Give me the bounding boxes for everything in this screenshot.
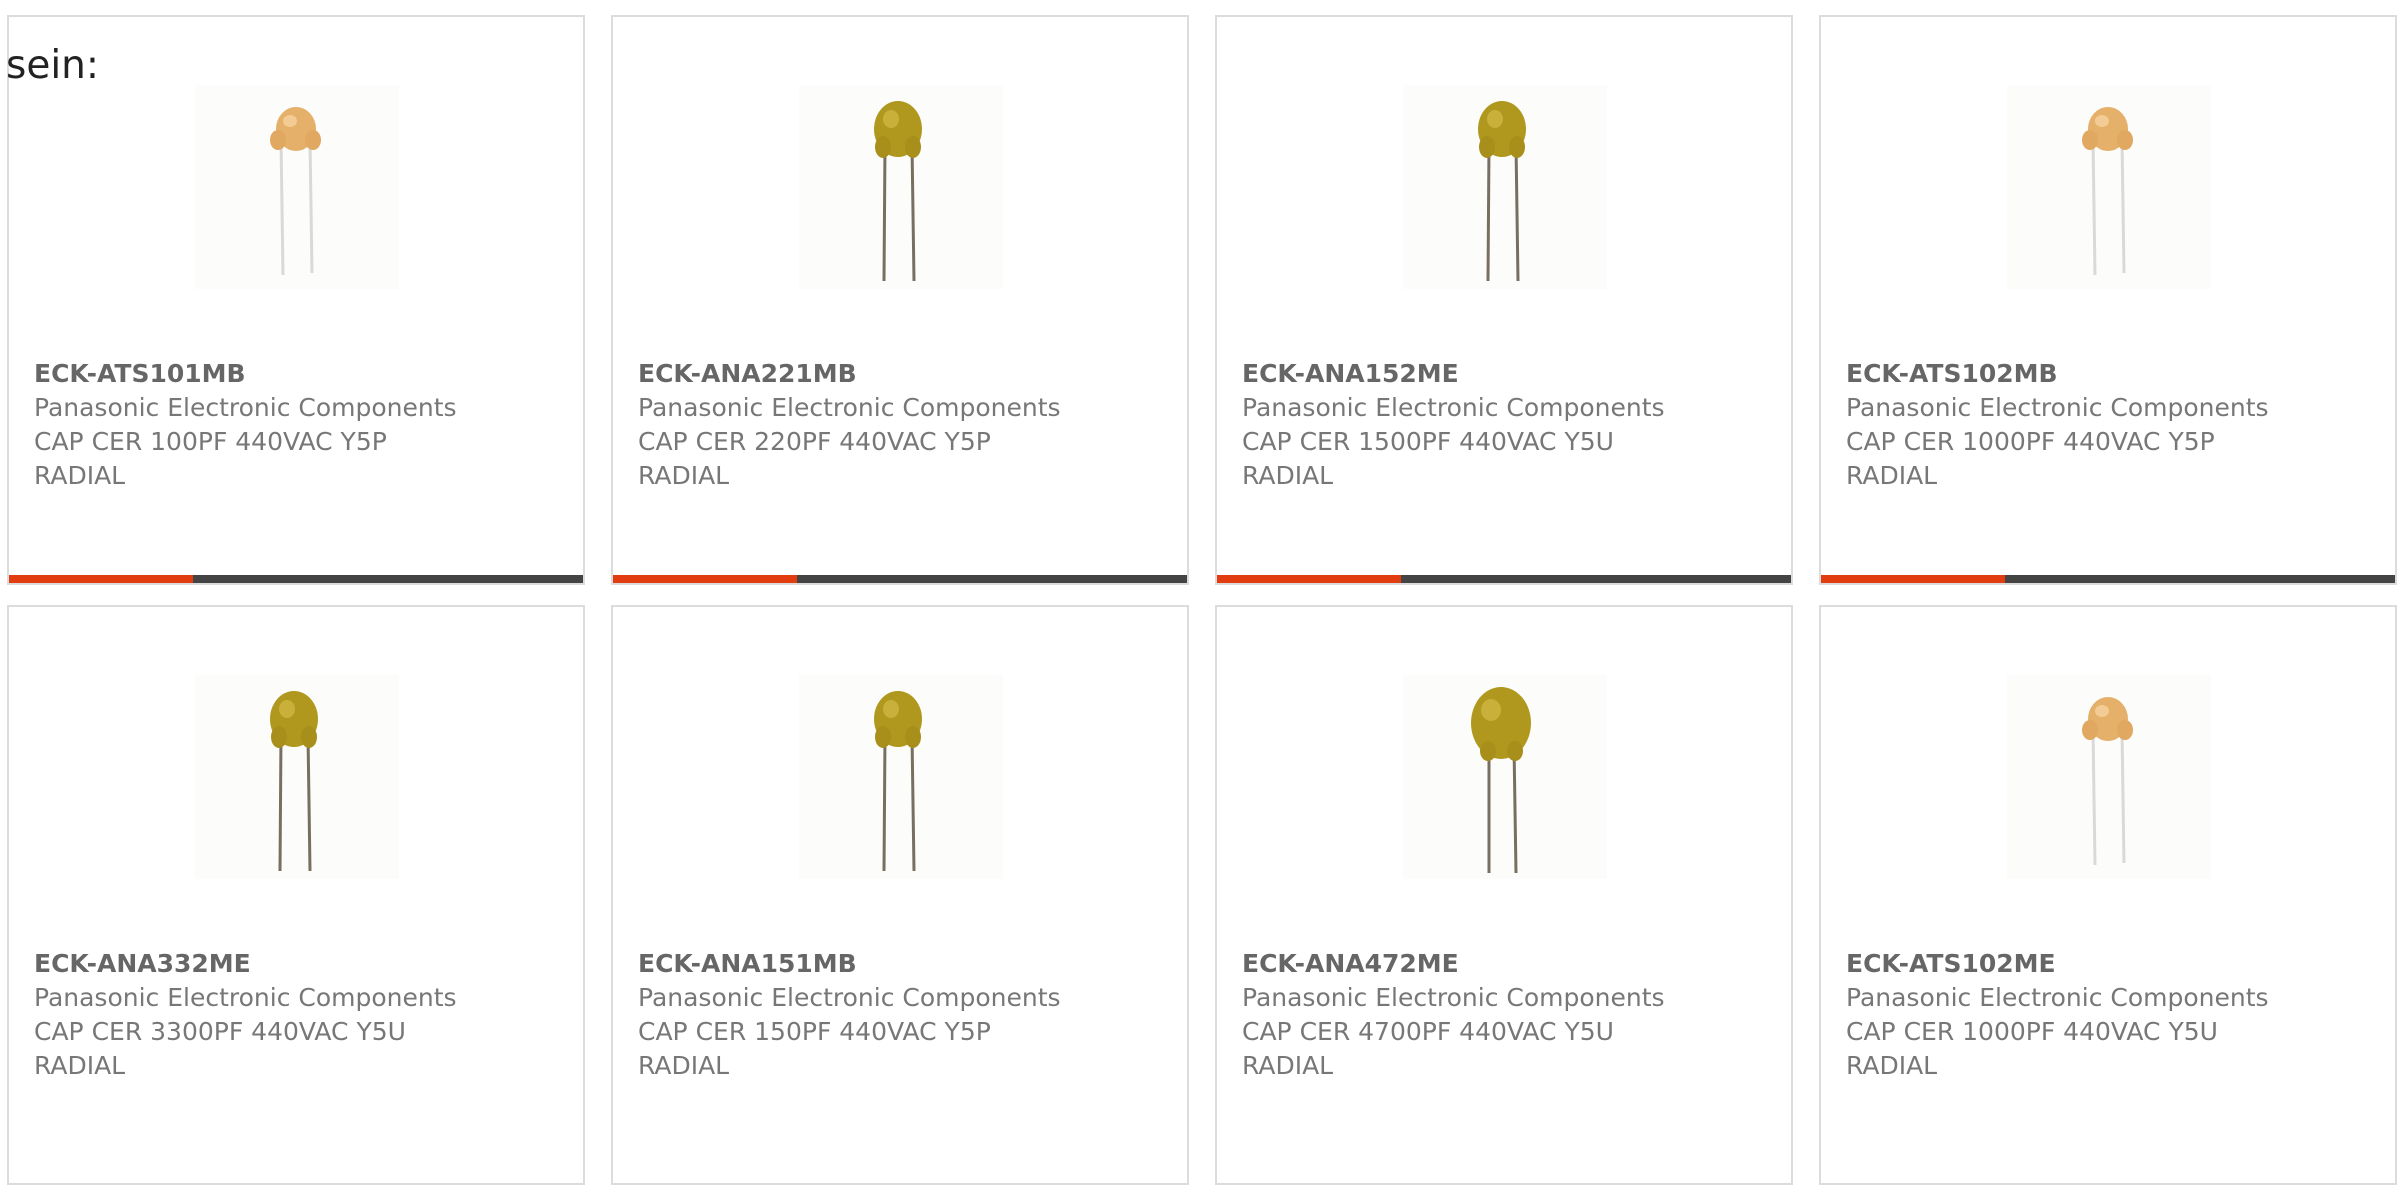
capacitor-image[interactable] bbox=[2007, 675, 2211, 879]
package: RADIAL bbox=[1846, 461, 1938, 490]
product-card[interactable]: ECK-ANA152ME Panasonic Electronic Compon… bbox=[1215, 15, 1793, 585]
manufacturer: Panasonic Electronic Components bbox=[1846, 983, 2269, 1012]
description: CAP CER 3300PF 440VAC Y5U bbox=[34, 1017, 406, 1046]
yellow-disc-capacitor-icon bbox=[1478, 101, 1526, 282]
part-number-link[interactable]: ECK-ANA152ME bbox=[1242, 357, 1781, 391]
description: CAP CER 150PF 440VAC Y5P bbox=[638, 1017, 991, 1046]
description: CAP CER 220PF 440VAC Y5P bbox=[638, 427, 991, 456]
product-info: ECK-ANA472ME Panasonic Electronic Compon… bbox=[1242, 947, 1781, 1083]
product-card[interactable]: ECK-ANA221MB Panasonic Electronic Compon… bbox=[611, 15, 1189, 585]
progress-bar-fill bbox=[613, 575, 797, 583]
package: RADIAL bbox=[1846, 1051, 1938, 1080]
part-number-link[interactable]: ECK-ANA221MB bbox=[638, 357, 1177, 391]
large-yellow-disc-capacitor-icon bbox=[1471, 687, 1531, 874]
product-info: ECK-ANA332ME Panasonic Electronic Compon… bbox=[34, 947, 573, 1083]
description: CAP CER 4700PF 440VAC Y5U bbox=[1242, 1017, 1614, 1046]
product-info: ECK-ANA152ME Panasonic Electronic Compon… bbox=[1242, 357, 1781, 493]
description: CAP CER 100PF 440VAC Y5P bbox=[34, 427, 387, 456]
product-card[interactable]: ECK-ANA472ME Panasonic Electronic Compon… bbox=[1215, 605, 1793, 1185]
part-number-link[interactable]: ECK-ANA472ME bbox=[1242, 947, 1781, 981]
manufacturer: Panasonic Electronic Components bbox=[1242, 983, 1665, 1012]
product-info: ECK-ATS101MB Panasonic Electronic Compon… bbox=[34, 357, 573, 493]
description: CAP CER 1000PF 440VAC Y5U bbox=[1846, 1017, 2218, 1046]
capacitor-image[interactable] bbox=[1403, 85, 1607, 289]
description: CAP CER 1000PF 440VAC Y5P bbox=[1846, 427, 2215, 456]
manufacturer: Panasonic Electronic Components bbox=[1846, 393, 2269, 422]
product-card[interactable]: ECK-ATS102ME Panasonic Electronic Compon… bbox=[1819, 605, 2397, 1185]
progress-bar bbox=[1821, 575, 2395, 583]
progress-bar bbox=[1217, 575, 1791, 583]
manufacturer: Panasonic Electronic Components bbox=[638, 983, 1061, 1012]
package: RADIAL bbox=[638, 1051, 730, 1080]
product-info: ECK-ANA151MB Panasonic Electronic Compon… bbox=[638, 947, 1177, 1083]
product-grid: ECK-ATS101MB Panasonic Electronic Compon… bbox=[0, 0, 2400, 1185]
manufacturer: Panasonic Electronic Components bbox=[34, 983, 457, 1012]
part-number-link[interactable]: ECK-ANA332ME bbox=[34, 947, 573, 981]
capacitor-image[interactable] bbox=[799, 85, 1003, 289]
package: RADIAL bbox=[34, 461, 126, 490]
product-card[interactable]: ECK-ATS101MB Panasonic Electronic Compon… bbox=[7, 15, 585, 585]
small-orange-capacitor-icon bbox=[270, 107, 321, 276]
part-number-link[interactable]: ECK-ATS102MB bbox=[1846, 357, 2385, 391]
product-info: ECK-ATS102MB Panasonic Electronic Compon… bbox=[1846, 357, 2385, 493]
manufacturer: Panasonic Electronic Components bbox=[34, 393, 457, 422]
yellow-disc-capacitor-icon bbox=[270, 691, 318, 872]
progress-bar-fill bbox=[1217, 575, 1401, 583]
intro-text: sein: bbox=[6, 43, 100, 88]
yellow-disc-capacitor-icon bbox=[874, 691, 922, 872]
product-card[interactable]: ECK-ATS102MB Panasonic Electronic Compon… bbox=[1819, 15, 2397, 585]
product-info: ECK-ANA221MB Panasonic Electronic Compon… bbox=[638, 357, 1177, 493]
package: RADIAL bbox=[1242, 461, 1334, 490]
progress-bar-fill bbox=[1821, 575, 2005, 583]
part-number-link[interactable]: ECK-ANA151MB bbox=[638, 947, 1177, 981]
manufacturer: Panasonic Electronic Components bbox=[1242, 393, 1665, 422]
product-card[interactable]: ECK-ANA151MB Panasonic Electronic Compon… bbox=[611, 605, 1189, 1185]
small-orange-capacitor-icon bbox=[2082, 697, 2133, 866]
progress-bar bbox=[9, 575, 583, 583]
capacitor-image[interactable] bbox=[2007, 85, 2211, 289]
description: CAP CER 1500PF 440VAC Y5U bbox=[1242, 427, 1614, 456]
package: RADIAL bbox=[34, 1051, 126, 1080]
package: RADIAL bbox=[638, 461, 730, 490]
progress-bar-fill bbox=[9, 575, 193, 583]
small-orange-capacitor-icon bbox=[2082, 107, 2133, 276]
product-card[interactable]: ECK-ANA332ME Panasonic Electronic Compon… bbox=[7, 605, 585, 1185]
product-info: ECK-ATS102ME Panasonic Electronic Compon… bbox=[1846, 947, 2385, 1083]
package: RADIAL bbox=[1242, 1051, 1334, 1080]
capacitor-image[interactable] bbox=[799, 675, 1003, 879]
part-number-link[interactable]: ECK-ATS102ME bbox=[1846, 947, 2385, 981]
progress-bar bbox=[613, 575, 1187, 583]
capacitor-image[interactable] bbox=[195, 675, 399, 879]
part-number-link[interactable]: ECK-ATS101MB bbox=[34, 357, 573, 391]
capacitor-image[interactable] bbox=[195, 85, 399, 289]
yellow-disc-capacitor-icon bbox=[874, 101, 922, 282]
manufacturer: Panasonic Electronic Components bbox=[638, 393, 1061, 422]
capacitor-image[interactable] bbox=[1403, 675, 1607, 879]
